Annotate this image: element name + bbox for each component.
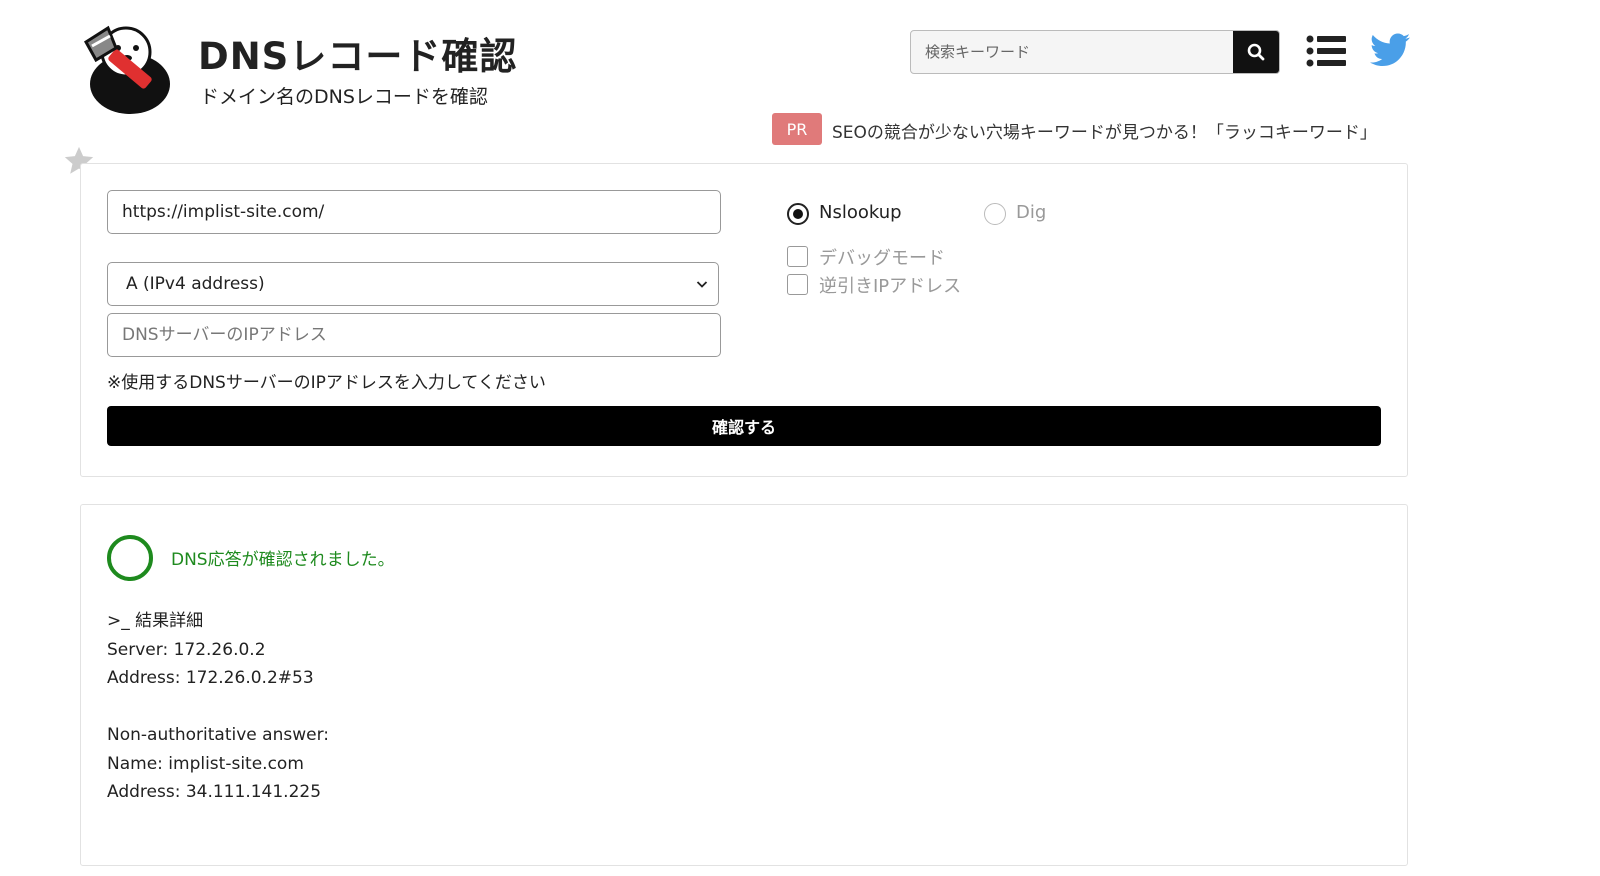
search-button[interactable] (1233, 31, 1279, 73)
lookup-form-card: A (IPv4 address) ※使用するDNSサーバーのIPアドレスを入力し… (80, 163, 1408, 477)
success-circle-icon (107, 535, 153, 581)
record-type-select[interactable]: A (IPv4 address) (107, 262, 719, 306)
result-line: Non-authoritative answer: (107, 725, 329, 745)
dns-server-input[interactable] (107, 313, 721, 357)
dns-server-note: ※使用するDNSサーバーのIPアドレスを入力してください (107, 373, 546, 393)
promo-link[interactable]: SEOの競合が少ない穴場キーワードが見つかる！「ラッコキーワード」 (832, 118, 1377, 143)
site-logo[interactable] (78, 22, 178, 114)
result-line: Name: implist-site.com (107, 753, 304, 774)
search-input[interactable] (911, 31, 1233, 73)
menu-list-icon[interactable] (1306, 34, 1346, 68)
result-details: >_ 結果詳細 Server: 172.26.0.2 Address: 172.… (107, 607, 329, 807)
result-status: DNS応答が確認されました。 (171, 550, 395, 570)
record-type-value: A (IPv4 address) (126, 274, 265, 294)
debug-mode-label[interactable]: デバッグモード (819, 244, 945, 270)
search-box (910, 30, 1280, 74)
result-line: >_ 結果詳細 (107, 611, 204, 631)
search-icon (1247, 43, 1265, 61)
submit-button[interactable]: 確認する (107, 406, 1381, 446)
pr-badge: PR (772, 113, 822, 145)
result-card: DNS応答が確認されました。 >_ 結果詳細 Server: 172.26.0.… (80, 504, 1408, 866)
reverse-ip-label[interactable]: 逆引きIPアドレス (819, 272, 961, 298)
radio-nslookup[interactable] (787, 203, 809, 225)
result-line (107, 693, 329, 722)
result-line: Address: 172.26.0.2#53 (107, 668, 314, 688)
radio-nslookup-label[interactable]: Nslookup (819, 202, 902, 223)
result-line: Server: 172.26.0.2 (107, 639, 266, 660)
debug-mode-checkbox[interactable] (787, 246, 808, 267)
url-input[interactable] (107, 190, 721, 234)
chevron-down-icon (696, 281, 708, 288)
twitter-icon[interactable] (1370, 32, 1410, 68)
radio-dig-label[interactable]: Dig (1016, 202, 1046, 223)
result-line: Address: 34.111.141.225 (107, 782, 322, 802)
reverse-ip-checkbox[interactable] (787, 274, 808, 295)
site-subtitle: ドメイン名のDNSレコードを確認 (200, 86, 488, 108)
radio-dig[interactable] (984, 203, 1006, 225)
site-title[interactable]: DNSレコード確認 (198, 26, 517, 80)
